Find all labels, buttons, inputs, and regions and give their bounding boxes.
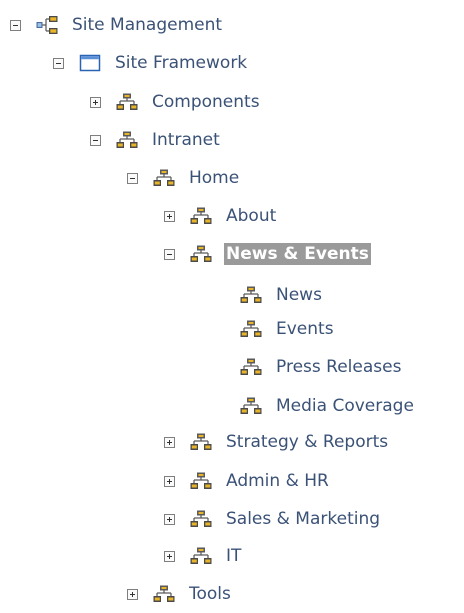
node-label[interactable]: Home <box>187 167 241 189</box>
org-chart-icon <box>190 245 212 263</box>
tree-node-about[interactable]: About <box>164 201 278 231</box>
node-label[interactable]: Site Framework <box>113 52 249 74</box>
org-chart-icon <box>190 433 212 451</box>
expand-toggle-icon[interactable] <box>164 513 175 525</box>
org-chart-icon <box>190 472 212 490</box>
org-chart-icon <box>190 207 212 225</box>
window-icon <box>79 54 101 72</box>
expand-toggle-icon[interactable] <box>164 436 175 448</box>
site-tree: Site Management Site Framework Component… <box>0 0 464 613</box>
collapse-toggle-icon[interactable] <box>10 19 21 31</box>
node-label[interactable]: Events <box>274 318 336 340</box>
collapse-toggle-icon[interactable] <box>90 134 101 146</box>
tree-node-site-management[interactable]: Site Management <box>10 10 224 40</box>
expand-toggle-icon[interactable] <box>90 96 101 108</box>
node-label[interactable]: Tools <box>187 583 233 605</box>
expand-toggle-icon[interactable] <box>164 475 175 487</box>
tree-node-home[interactable]: Home <box>127 163 241 193</box>
org-chart-icon <box>240 397 262 415</box>
node-label[interactable]: About <box>224 205 278 227</box>
org-chart-icon <box>190 510 212 528</box>
org-chart-icon <box>153 169 175 187</box>
node-label[interactable]: Admin & HR <box>224 470 331 492</box>
expand-toggle-icon[interactable] <box>164 210 175 222</box>
node-label[interactable]: Strategy & Reports <box>224 431 390 453</box>
tree-node-news[interactable]: News <box>240 280 324 310</box>
tree-node-press-releases[interactable]: Press Releases <box>240 352 403 382</box>
org-chart-icon <box>153 585 175 603</box>
node-label[interactable]: Intranet <box>150 129 222 151</box>
collapse-toggle-icon[interactable] <box>164 248 175 260</box>
tree-node-media-coverage[interactable]: Media Coverage <box>240 391 416 421</box>
expand-toggle-icon[interactable] <box>127 588 138 600</box>
org-chart-icon <box>240 358 262 376</box>
node-label[interactable]: IT <box>224 545 243 567</box>
node-label[interactable]: Press Releases <box>274 356 403 378</box>
node-label[interactable]: Components <box>150 91 262 113</box>
node-label[interactable]: Site Management <box>70 14 224 36</box>
node-label[interactable]: Sales & Marketing <box>224 508 382 530</box>
collapse-toggle-icon[interactable] <box>53 57 64 69</box>
node-label[interactable]: News <box>274 284 324 306</box>
tree-node-tools[interactable]: Tools <box>127 579 233 609</box>
org-chart-icon <box>240 320 262 338</box>
tree-node-news-events[interactable]: News & Events <box>164 239 371 269</box>
org-chart-icon <box>116 131 138 149</box>
tree-node-strategy-reports[interactable]: Strategy & Reports <box>164 427 390 457</box>
node-label-selected[interactable]: News & Events <box>224 243 371 265</box>
collapse-toggle-icon[interactable] <box>127 172 138 184</box>
site-hierarchy-icon <box>36 16 58 34</box>
node-label[interactable]: Media Coverage <box>274 395 416 417</box>
tree-node-intranet[interactable]: Intranet <box>90 125 222 155</box>
tree-node-site-framework[interactable]: Site Framework <box>53 48 249 78</box>
expand-toggle-icon[interactable] <box>164 550 175 562</box>
org-chart-icon <box>190 547 212 565</box>
tree-node-sales-marketing[interactable]: Sales & Marketing <box>164 504 382 534</box>
tree-node-admin-hr[interactable]: Admin & HR <box>164 466 331 496</box>
tree-node-components[interactable]: Components <box>90 87 262 117</box>
org-chart-icon <box>240 286 262 304</box>
org-chart-icon <box>116 93 138 111</box>
tree-node-events[interactable]: Events <box>240 314 336 344</box>
tree-node-it[interactable]: IT <box>164 541 243 571</box>
